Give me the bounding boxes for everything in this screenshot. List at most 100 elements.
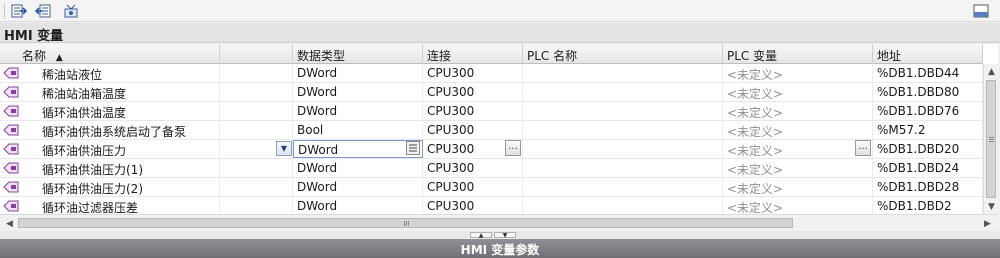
horizontal-scroll-thumb[interactable] xyxy=(18,218,793,228)
column-header-label: 名称 xyxy=(22,49,47,63)
table-row[interactable]: 稀油站液位 DWord CPU300 <未定义> %DB1.DBD44 xyxy=(0,64,983,83)
vertical-scroll-thumb[interactable] xyxy=(986,80,996,198)
export-icon xyxy=(35,4,51,18)
cell-connection[interactable]: CPU300 xyxy=(423,178,523,196)
toolbar-separator xyxy=(4,3,5,19)
cell-connection[interactable]: CPU300 xyxy=(423,121,523,139)
export-button[interactable] xyxy=(34,2,52,20)
cell-plc-variable[interactable]: <未定义> xyxy=(723,140,873,158)
cell-connection[interactable]: CPU300 xyxy=(423,102,523,120)
cell-plc-variable[interactable]: <未定义> xyxy=(723,178,873,196)
vertical-scrollbar[interactable]: ▲ ▼ xyxy=(983,64,998,214)
window-layout-button[interactable] xyxy=(972,2,990,20)
cell-name[interactable]: 循环油供油压力(1) xyxy=(0,159,220,177)
name-dropdown-button[interactable]: ▼ xyxy=(276,141,292,156)
cell-connection[interactable]: CPU300 xyxy=(423,64,523,82)
cell-name[interactable]: 循环油供油系统启动了备泵 xyxy=(0,121,220,139)
cell-plc-name[interactable] xyxy=(523,197,723,214)
column-header-plc-name[interactable]: PLC 名称 xyxy=(523,44,723,64)
column-header-spacer xyxy=(220,44,293,64)
connection-browse-button[interactable]: ... xyxy=(505,140,521,156)
cell-spacer xyxy=(220,64,293,82)
scroll-up-icon[interactable]: ▲ xyxy=(984,64,998,79)
cell-address[interactable]: %DB1.DBD76 xyxy=(873,102,983,120)
scroll-left-icon[interactable]: ◀ xyxy=(2,216,17,231)
cell-plc-name[interactable] xyxy=(523,140,723,158)
cell-plc-variable[interactable]: <未定义> xyxy=(723,102,873,120)
column-header-address[interactable]: 地址 xyxy=(873,44,983,64)
table-row[interactable]: 循环油供油压力(2) DWord CPU300 <未定义> %DB1.DBD28 xyxy=(0,178,983,197)
insert-row-icon xyxy=(11,4,27,18)
column-header-plc-variable[interactable]: PLC 变量 xyxy=(723,44,873,64)
cell-plc-name[interactable] xyxy=(523,159,723,177)
cell-plc-name[interactable] xyxy=(523,102,723,120)
cell-address[interactable]: %DB1.DBD24 xyxy=(873,159,983,177)
plc-variable-browse-button[interactable]: ... xyxy=(855,140,871,156)
cell-connection[interactable]: CPU300 xyxy=(423,83,523,101)
cell-name[interactable]: 循环油过滤器压差 xyxy=(0,197,220,214)
column-header-connection[interactable]: 连接 xyxy=(423,44,523,64)
cell-spacer xyxy=(220,102,293,120)
datatype-edit-field[interactable]: DWord xyxy=(293,140,423,158)
cell-datatype[interactable]: DWord xyxy=(293,159,423,177)
cell-spacer xyxy=(220,83,293,101)
cell-name[interactable]: 循环油供油压力(2) xyxy=(0,178,220,196)
cell-address[interactable]: %DB1.DBD28 xyxy=(873,178,983,196)
cell-datatype[interactable]: DWord xyxy=(293,178,423,196)
cell-spacer xyxy=(220,197,293,214)
section-title: HMI 变量 xyxy=(0,23,1000,44)
collapse-down-icon[interactable]: ▼ xyxy=(494,232,516,239)
list-icon xyxy=(409,144,417,152)
cell-datatype[interactable]: DWord xyxy=(293,102,423,120)
cell-plc-variable[interactable]: <未定义> xyxy=(723,121,873,139)
cell-address[interactable]: %DB1.DBD2 xyxy=(873,197,983,214)
sort-ascending-icon: ▲ xyxy=(55,53,63,63)
cell-spacer xyxy=(220,178,293,196)
cell-datatype[interactable]: Bool xyxy=(293,121,423,139)
properties-bar[interactable]: HMI 变量参数 xyxy=(0,239,1000,258)
table-header: 名称 ▲ 数据类型 连接 PLC 名称 PLC 变量 地址 xyxy=(0,44,983,64)
cell-name[interactable]: 稀油站液位 xyxy=(0,64,220,82)
table-row[interactable]: 循环油供油温度 DWord CPU300 <未定义> %DB1.DBD76 xyxy=(0,102,983,121)
cell-plc-name[interactable] xyxy=(523,121,723,139)
collapse-up-icon[interactable]: ▲ xyxy=(470,232,492,239)
cell-address[interactable]: %DB1.DBD20 xyxy=(873,140,983,158)
cell-address[interactable]: %DB1.DBD80 xyxy=(873,83,983,101)
hmi-tag-table: 名称 ▲ 数据类型 连接 PLC 名称 PLC 变量 地址 稀油站液位 DWord… xyxy=(0,44,998,214)
cell-plc-name[interactable] xyxy=(523,178,723,196)
cell-name[interactable]: 循环油供油压力 xyxy=(0,140,220,158)
cell-connection[interactable]: CPU300 xyxy=(423,159,523,177)
cell-name[interactable]: 稀油站油箱温度 xyxy=(0,83,220,101)
cell-address[interactable]: %M57.2 xyxy=(873,121,983,139)
table-row[interactable]: 循环油过滤器压差 DWord CPU300 <未定义> %DB1.DBD2 xyxy=(0,197,983,214)
scroll-right-icon[interactable]: ▶ xyxy=(980,216,995,231)
column-header-name[interactable]: 名称 ▲ xyxy=(0,44,220,64)
tag-settings-icon xyxy=(64,4,78,18)
cell-datatype[interactable]: DWord xyxy=(293,64,423,82)
cell-plc-variable[interactable]: <未定义> xyxy=(723,159,873,177)
cell-datatype[interactable]: DWord xyxy=(293,197,423,214)
cell-plc-variable[interactable]: <未定义> xyxy=(723,197,873,214)
horizontal-scrollbar[interactable]: ◀ ▶ xyxy=(0,214,998,231)
scroll-down-icon[interactable]: ▼ xyxy=(984,199,998,214)
cell-datatype[interactable]: DWord xyxy=(293,83,423,101)
cell-plc-variable[interactable]: <未定义> xyxy=(723,64,873,82)
cell-plc-variable[interactable]: <未定义> xyxy=(723,83,873,101)
cell-spacer xyxy=(220,159,293,177)
column-header-datatype[interactable]: 数据类型 xyxy=(293,44,423,64)
insert-row-button[interactable] xyxy=(10,2,28,20)
cell-address[interactable]: %DB1.DBD44 xyxy=(873,64,983,82)
panel-splitter[interactable]: ▲ ▼ xyxy=(0,231,1000,239)
chevron-down-icon: ▼ xyxy=(280,144,288,153)
cell-plc-name[interactable] xyxy=(523,64,723,82)
datatype-value: DWord xyxy=(298,143,339,157)
cell-plc-name[interactable] xyxy=(523,83,723,101)
cell-connection[interactable]: CPU300 xyxy=(423,197,523,214)
table-row[interactable]: 循环油供油系统启动了备泵 Bool CPU300 <未定义> %M57.2 xyxy=(0,121,983,140)
table-row[interactable]: 循环油供油压力 ▼ DWord CPU300 <未定义> %DB1.DBD20...… xyxy=(0,140,983,159)
cell-name[interactable]: 循环油供油温度 xyxy=(0,102,220,120)
tag-settings-button[interactable] xyxy=(62,2,80,20)
datatype-list-button[interactable] xyxy=(406,141,420,155)
table-row[interactable]: 循环油供油压力(1) DWord CPU300 <未定义> %DB1.DBD24 xyxy=(0,159,983,178)
table-row[interactable]: 稀油站油箱温度 DWord CPU300 <未定义> %DB1.DBD80 xyxy=(0,83,983,102)
